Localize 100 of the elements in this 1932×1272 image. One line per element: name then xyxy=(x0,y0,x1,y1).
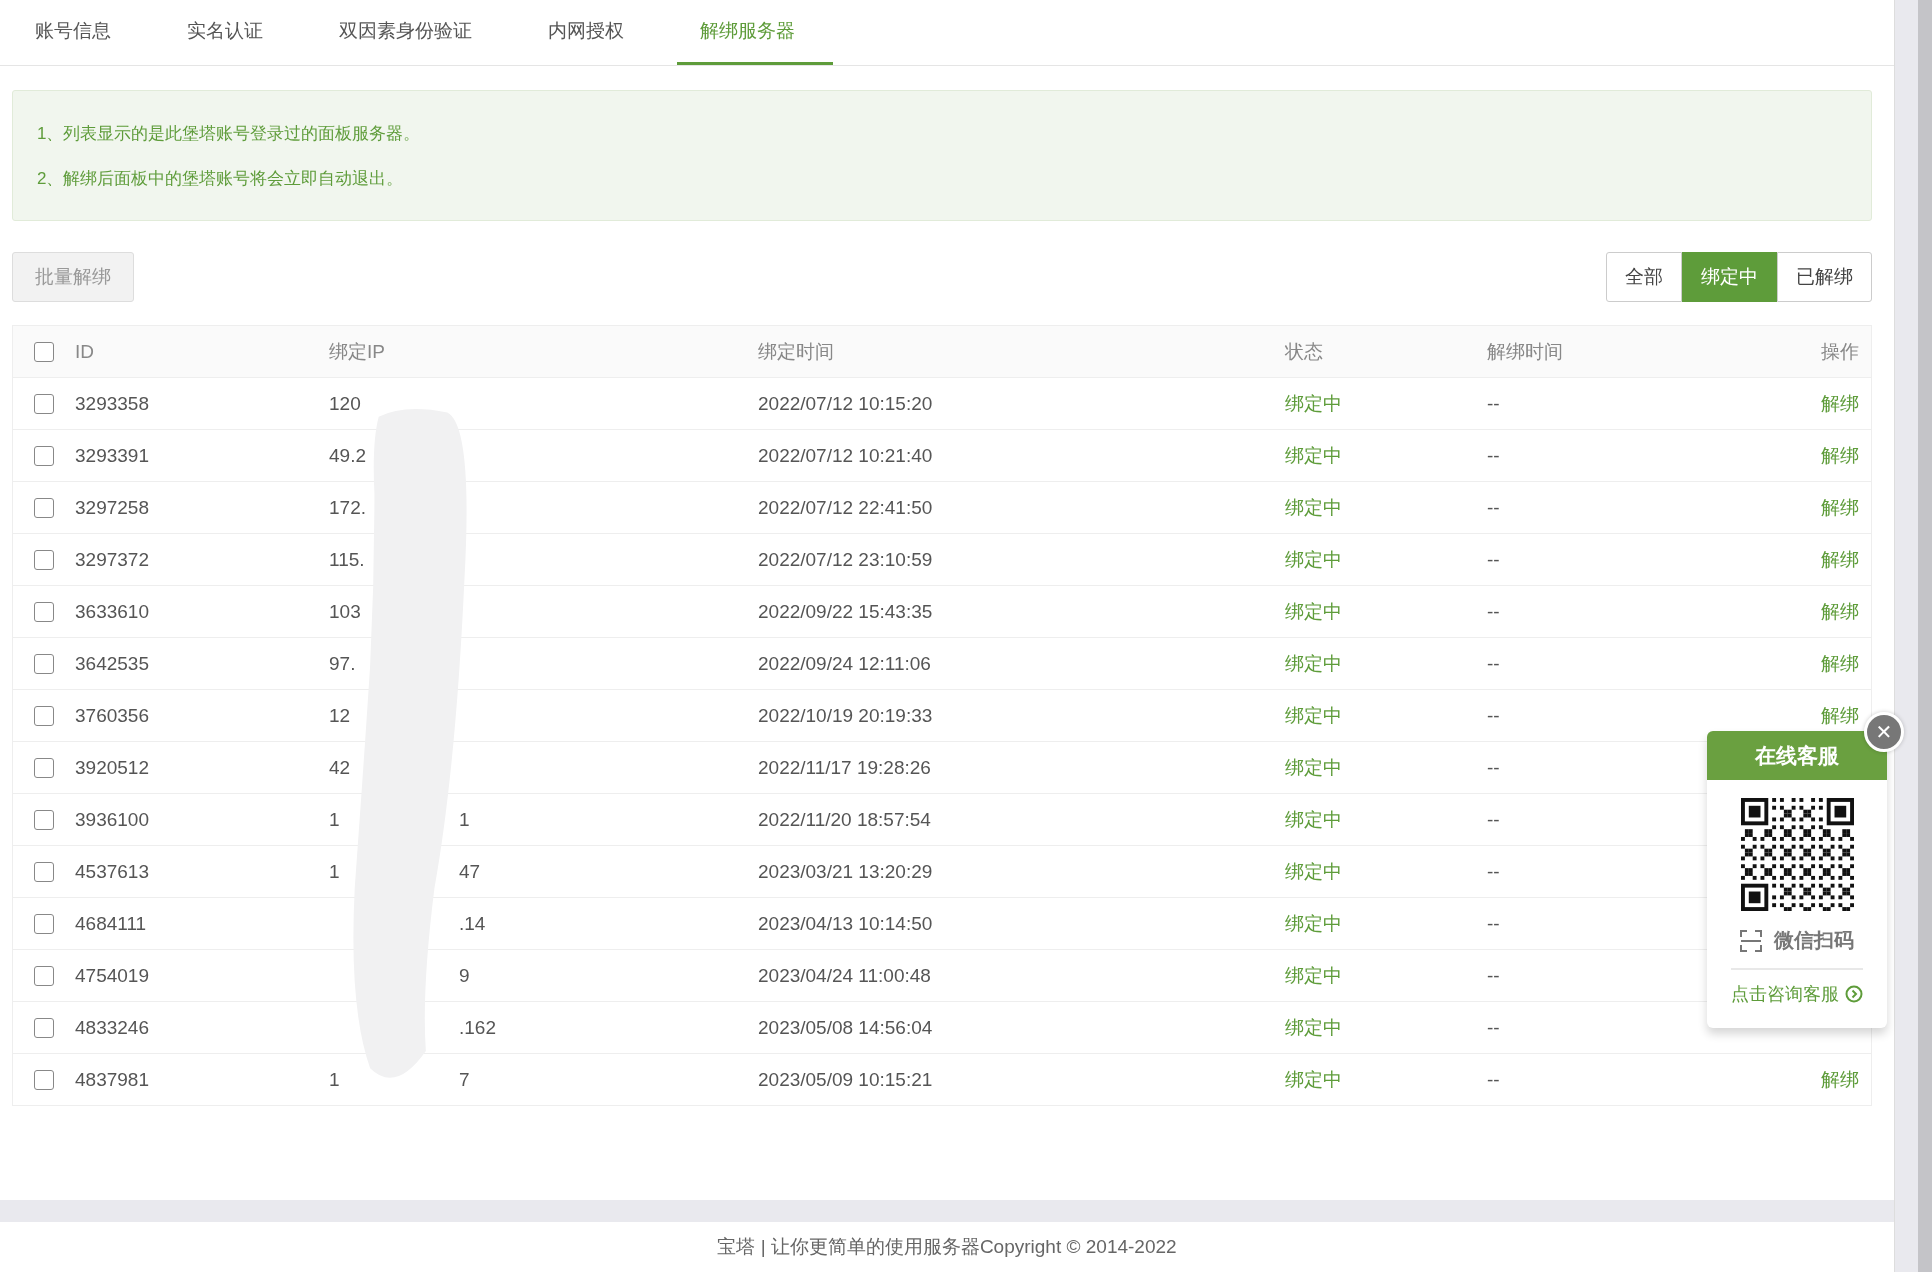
ip-fragment: 1 xyxy=(459,808,470,831)
ip-fragment: 97. xyxy=(329,652,357,675)
table-cell-text: 3920512 xyxy=(75,756,150,779)
unbind-link[interactable]: 解绑 xyxy=(1821,390,1859,417)
checkbox[interactable] xyxy=(34,653,54,674)
ip-fragment: 49.2 xyxy=(329,444,367,467)
table-cell-text: -- xyxy=(1487,808,1501,831)
status-text: 绑定中 xyxy=(1285,495,1343,520)
table-cell-text: 2022/09/24 12:11:06 xyxy=(758,652,932,675)
checkbox[interactable] xyxy=(34,497,54,518)
status-text: 绑定中 xyxy=(1285,911,1343,936)
table-cell-text: 4684111 xyxy=(75,912,148,935)
status-text: 绑定中 xyxy=(1285,651,1343,676)
checkbox[interactable] xyxy=(34,341,54,362)
checkbox[interactable] xyxy=(34,913,54,934)
tab[interactable]: 双因素身份验证 xyxy=(316,0,510,65)
consult-link[interactable]: 点击咨询客服 xyxy=(1731,982,1863,1006)
table-cell-text: -- xyxy=(1487,912,1501,935)
status-text: 绑定中 xyxy=(1285,859,1343,884)
column-header: ID xyxy=(75,340,95,363)
ip-fragment: 7 xyxy=(459,1068,470,1091)
checkbox[interactable] xyxy=(34,809,54,830)
table-cell-text: -- xyxy=(1487,496,1501,519)
table-cell-text: -- xyxy=(1487,756,1501,779)
checkbox[interactable] xyxy=(34,549,54,570)
table-cell-text: -- xyxy=(1487,444,1501,467)
checkbox[interactable] xyxy=(34,705,54,726)
checkbox[interactable] xyxy=(34,1017,54,1038)
unbind-link[interactable]: 解绑 xyxy=(1821,650,1859,677)
table-cell-text: -- xyxy=(1487,600,1501,623)
filter-button[interactable]: 全部 xyxy=(1606,252,1682,302)
table-cell-text: 2023/03/21 13:20:29 xyxy=(758,860,934,883)
status-text: 绑定中 xyxy=(1285,443,1343,468)
checkbox[interactable] xyxy=(34,757,54,778)
status-text: 绑定中 xyxy=(1285,1067,1343,1092)
column-header: 绑定时间 xyxy=(758,339,835,364)
ip-fragment: .14 xyxy=(459,912,486,935)
ip-fragment: 120 xyxy=(329,392,362,415)
ip-fragment: 1 xyxy=(329,1068,341,1091)
unbind-link[interactable]: 解绑 xyxy=(1821,494,1859,521)
status-text: 绑定中 xyxy=(1285,807,1343,832)
tab[interactable]: 内网授权 xyxy=(525,0,662,65)
table-cell-text: -- xyxy=(1487,860,1501,883)
table-cell-text: 3297372 xyxy=(75,548,150,571)
checkbox[interactable] xyxy=(34,1069,54,1090)
unbind-link[interactable]: 解绑 xyxy=(1821,546,1859,573)
status-text: 绑定中 xyxy=(1285,963,1343,988)
table-cell-text: -- xyxy=(1487,964,1501,987)
ip-fragment: 115. xyxy=(329,548,366,571)
status-text: 绑定中 xyxy=(1285,547,1343,572)
notice-text: 2、解绑后面板中的堡塔账号将会立即自动退出。 xyxy=(37,167,405,190)
unbind-link[interactable]: 解绑 xyxy=(1821,442,1859,469)
ip-fragment: 47 xyxy=(459,860,481,883)
table-cell-text: -- xyxy=(1487,392,1501,415)
scan-icon xyxy=(1740,929,1762,952)
table-cell-text: 3642535 xyxy=(75,652,150,675)
notice-text: 1、列表显示的是此堡塔账号登录过的面板服务器。 xyxy=(37,122,422,145)
tab[interactable]: 账号信息 xyxy=(12,0,149,65)
filter-button[interactable]: 绑定中 xyxy=(1682,252,1777,302)
unbind-link[interactable]: 解绑 xyxy=(1821,598,1859,625)
table-cell-text: 2023/04/24 11:00:48 xyxy=(758,964,932,987)
checkbox[interactable] xyxy=(34,445,54,466)
checkbox[interactable] xyxy=(34,965,54,986)
table-cell-text: 4837981 xyxy=(75,1068,150,1091)
tab[interactable]: 实名认证 xyxy=(164,0,301,65)
arrow-circle-icon xyxy=(1845,985,1863,1003)
table-cell-text: 2022/09/22 15:43:35 xyxy=(758,600,934,623)
table-cell-text: 2023/04/13 10:14:50 xyxy=(758,912,934,935)
tab[interactable]: 解绑服务器 xyxy=(677,0,833,65)
ip-fragment: .162 xyxy=(459,1016,496,1039)
table-cell-text: 3293358 xyxy=(75,392,150,415)
checkbox[interactable] xyxy=(34,861,54,882)
table-cell-text: 2022/07/12 10:15:20 xyxy=(758,392,934,415)
ip-fragment: 1 xyxy=(329,808,341,831)
ip-fragment: 42 xyxy=(329,756,352,779)
table-cell-text: 3633610 xyxy=(75,600,150,623)
checkbox[interactable] xyxy=(34,601,54,622)
unbind-link[interactable]: 解绑 xyxy=(1821,1066,1859,1093)
scrollbar[interactable] xyxy=(1894,0,1932,1272)
table-cell-text: 2022/07/12 10:21:40 xyxy=(758,444,934,467)
ip-fragment: 9 xyxy=(459,964,470,987)
ip-fragment: 103 xyxy=(329,600,362,623)
status-text: 绑定中 xyxy=(1285,755,1343,780)
checkbox[interactable] xyxy=(34,393,54,414)
table-cell-text: 3297258 xyxy=(75,496,150,519)
unbind-link[interactable]: 解绑 xyxy=(1821,702,1859,729)
table-cell-text: 4833246 xyxy=(75,1016,150,1039)
table-cell-text: 3760356 xyxy=(75,704,150,727)
status-text: 绑定中 xyxy=(1285,599,1343,624)
table-cell-text: 4754019 xyxy=(75,964,150,987)
table-cell-text: 3293391 xyxy=(75,444,150,467)
footer-text: 宝塔 | 让你更简单的使用服务器Copyright © 2014-2022 xyxy=(716,1235,1178,1259)
status-text: 绑定中 xyxy=(1285,1015,1343,1040)
filter-button[interactable]: 已解绑 xyxy=(1777,252,1872,302)
table-cell-text: 2023/05/09 10:15:21 xyxy=(758,1068,934,1091)
status-text: 绑定中 xyxy=(1285,391,1343,416)
table-cell-text: 4537613 xyxy=(75,860,150,883)
scan-label: 微信扫码 xyxy=(1774,928,1854,953)
table-cell-text: 2023/05/08 14:56:04 xyxy=(758,1016,934,1039)
ip-fragment: 1 xyxy=(329,860,341,883)
